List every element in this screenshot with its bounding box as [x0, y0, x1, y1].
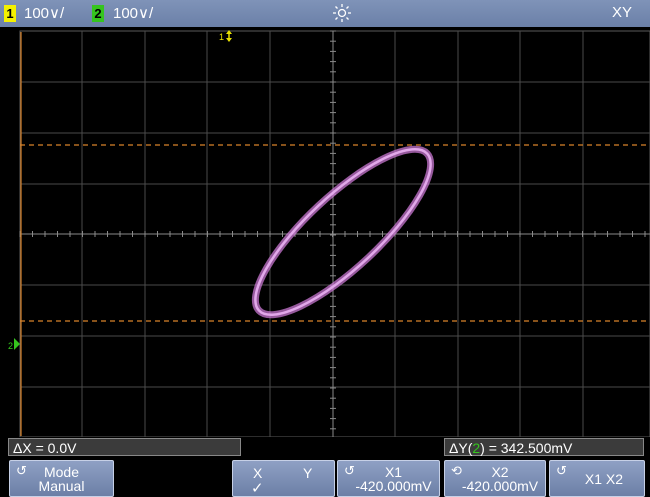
- channel-1-scale: 100∨/: [24, 5, 65, 22]
- check-icon: ✓: [251, 480, 264, 497]
- waveform-display: 1 2: [0, 27, 650, 437]
- delta-y-readout: ΔY(2) = 342.500mV: [444, 438, 644, 456]
- svg-text:2: 2: [8, 341, 13, 351]
- channel-2-badge[interactable]: 2: [92, 5, 104, 22]
- x1-softkey[interactable]: ↺ X1 -420.000mV: [337, 460, 440, 497]
- display-mode: XY: [611, 4, 632, 21]
- x1-value: -420.000mV: [355, 478, 432, 494]
- delta-y-channel: 2: [472, 440, 481, 456]
- x2-softkey[interactable]: ⟲ X2 -420.000mV: [444, 460, 546, 497]
- status-bar: 1 100∨/ 2 100∨/ XY: [0, 0, 650, 27]
- softkey-bar: ↺ Mode Manual X Y ✓ ↺ X1 -420.000mV ⟲ X2…: [0, 458, 650, 497]
- y-label: Y: [303, 465, 313, 481]
- mode-value: Manual: [38, 478, 85, 494]
- channel-2-scale: 100∨/: [113, 5, 154, 22]
- x2-value: -420.000mV: [461, 478, 539, 494]
- measurement-bar: ΔX = 0.0V ΔY(2) = 342.500mV: [0, 438, 650, 456]
- x1-x2-softkey[interactable]: ↺ X1 X2: [549, 460, 645, 497]
- graticule: 1 2: [0, 27, 650, 437]
- svg-text:1: 1: [219, 32, 224, 42]
- delta-x-readout: ΔX = 0.0V: [8, 438, 241, 456]
- delta-y-value: ) = 342.500mV: [480, 440, 573, 456]
- x1-x2-label: X1 X2: [584, 471, 624, 487]
- x-y-source-softkey[interactable]: X Y ✓: [232, 460, 335, 497]
- delta-y-prefix: ΔY(: [449, 440, 473, 456]
- channel-1-badge[interactable]: 1: [4, 5, 16, 22]
- sun-icon[interactable]: [332, 3, 352, 23]
- mode-softkey[interactable]: ↺ Mode Manual: [9, 460, 114, 497]
